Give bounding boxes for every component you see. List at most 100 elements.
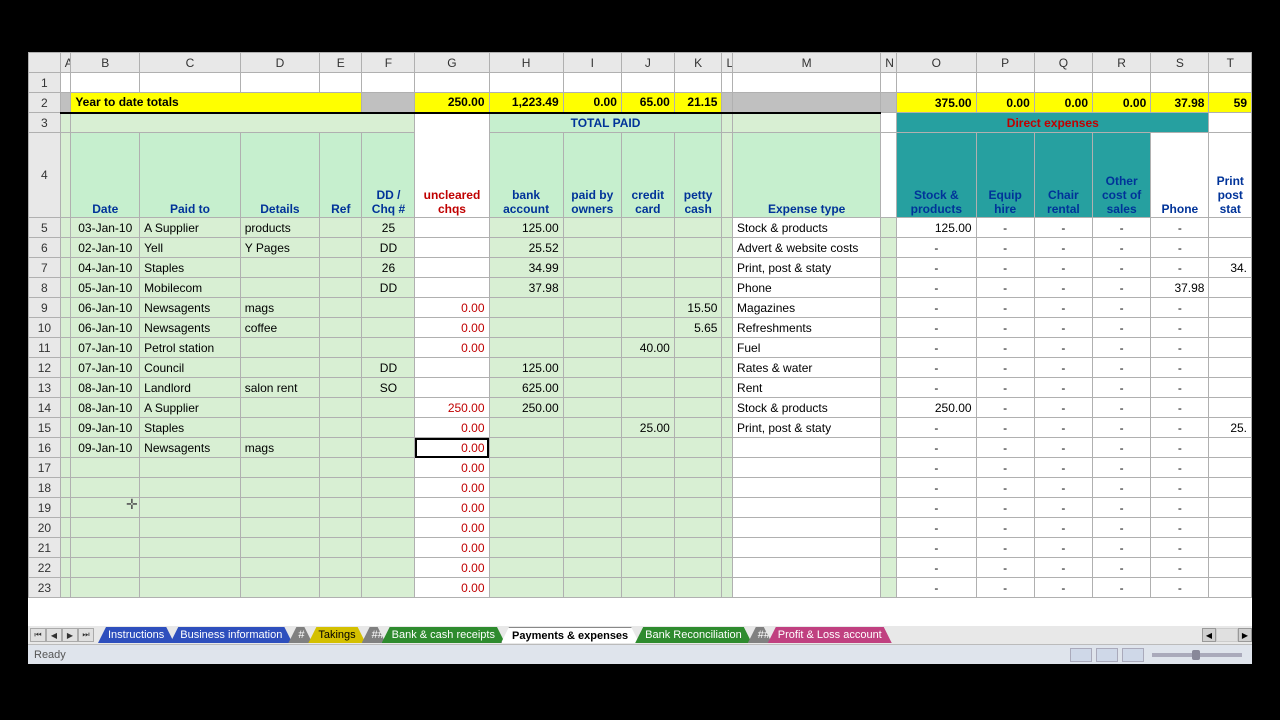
cell-a[interactable] bbox=[60, 218, 71, 238]
cell-ddchq[interactable] bbox=[362, 398, 415, 418]
cell-other[interactable]: - bbox=[1093, 518, 1151, 538]
cell-n[interactable] bbox=[881, 398, 897, 418]
cell-print[interactable] bbox=[1209, 278, 1252, 298]
col-header[interactable]: I bbox=[563, 53, 621, 73]
cell-owners[interactable] bbox=[563, 358, 621, 378]
cell-a[interactable] bbox=[60, 398, 71, 418]
cell-ref[interactable] bbox=[320, 258, 362, 278]
cell-details[interactable] bbox=[240, 578, 319, 598]
cell-equip[interactable]: - bbox=[976, 218, 1034, 238]
cell-chair[interactable]: - bbox=[1034, 458, 1092, 478]
cell-uncleared[interactable]: 0.00 bbox=[415, 298, 489, 318]
cell-ddchq[interactable]: DD bbox=[362, 238, 415, 258]
col-header[interactable]: T bbox=[1209, 53, 1252, 73]
cell-n[interactable] bbox=[881, 358, 897, 378]
cell-paidto[interactable] bbox=[140, 578, 241, 598]
cell-equip[interactable]: - bbox=[976, 578, 1034, 598]
cell-petty[interactable] bbox=[674, 418, 722, 438]
cell-date[interactable]: 07-Jan-10 bbox=[71, 338, 140, 358]
cell-petty[interactable] bbox=[674, 358, 722, 378]
cell-credit[interactable]: 25.00 bbox=[621, 418, 674, 438]
cell-owners[interactable] bbox=[563, 458, 621, 478]
row-header[interactable]: 2 bbox=[29, 93, 61, 113]
row-header[interactable]: 20 bbox=[29, 518, 61, 538]
cell-paidto[interactable]: Petrol station bbox=[140, 338, 241, 358]
cell-date[interactable]: 05-Jan-10 bbox=[71, 278, 140, 298]
cell-owners[interactable] bbox=[563, 238, 621, 258]
cell-paidto[interactable]: Newsagents bbox=[140, 318, 241, 338]
cell-expensetype[interactable]: Magazines bbox=[733, 298, 881, 318]
row-header[interactable]: 8 bbox=[29, 278, 61, 298]
cell-other[interactable]: - bbox=[1093, 338, 1151, 358]
col-header[interactable]: P bbox=[976, 53, 1034, 73]
cell-print[interactable] bbox=[1209, 318, 1252, 338]
cell-uncleared[interactable]: 250.00 bbox=[415, 398, 489, 418]
cell-other[interactable]: - bbox=[1093, 478, 1151, 498]
cell-a[interactable] bbox=[60, 458, 71, 478]
cell-bank[interactable]: 34.99 bbox=[489, 258, 563, 278]
cell-l[interactable] bbox=[722, 378, 733, 398]
cell-chair[interactable]: - bbox=[1034, 518, 1092, 538]
cell-print[interactable] bbox=[1209, 238, 1252, 258]
scroll-track[interactable] bbox=[1216, 628, 1238, 642]
tab-payments-expenses[interactable]: Payments & expenses bbox=[501, 627, 639, 643]
cell-chair[interactable]: - bbox=[1034, 338, 1092, 358]
col-header[interactable]: M bbox=[733, 53, 881, 73]
row-header[interactable]: 9 bbox=[29, 298, 61, 318]
cell-phone[interactable]: - bbox=[1151, 458, 1209, 478]
cell-credit[interactable] bbox=[621, 458, 674, 478]
tab-hash2[interactable]: ## bbox=[362, 627, 386, 643]
data-row[interactable]: 1609-Jan-10Newsagentsmags0.00----- bbox=[29, 438, 1252, 458]
empty-row[interactable]: 230.00----- bbox=[29, 578, 1252, 598]
cell-credit[interactable] bbox=[621, 298, 674, 318]
cell-date[interactable]: 08-Jan-10 bbox=[71, 378, 140, 398]
cell-paidto[interactable]: Council bbox=[140, 358, 241, 378]
cell-a[interactable] bbox=[60, 238, 71, 258]
cell-date[interactable]: 09-Jan-10 bbox=[71, 418, 140, 438]
cell-owners[interactable] bbox=[563, 378, 621, 398]
cell-ref[interactable] bbox=[320, 538, 362, 558]
cell-bank[interactable] bbox=[489, 538, 563, 558]
cell-credit[interactable] bbox=[621, 478, 674, 498]
cell-chair[interactable]: - bbox=[1034, 358, 1092, 378]
cell-ref[interactable] bbox=[320, 278, 362, 298]
cell-petty[interactable] bbox=[674, 498, 722, 518]
cell-phone[interactable]: - bbox=[1151, 558, 1209, 578]
cell-a[interactable] bbox=[60, 478, 71, 498]
cell-bank[interactable]: 125.00 bbox=[489, 218, 563, 238]
row-header[interactable]: 14 bbox=[29, 398, 61, 418]
cell-ddchq[interactable] bbox=[362, 318, 415, 338]
cell-other[interactable]: - bbox=[1093, 358, 1151, 378]
cell-paidto[interactable]: Newsagents bbox=[140, 298, 241, 318]
cell-a[interactable] bbox=[60, 418, 71, 438]
tab-business-info[interactable]: Business information bbox=[170, 627, 292, 643]
cell-stock[interactable]: - bbox=[897, 518, 976, 538]
cell-petty[interactable]: 15.50 bbox=[674, 298, 722, 318]
cell-credit[interactable] bbox=[621, 218, 674, 238]
cell-l[interactable] bbox=[722, 458, 733, 478]
cell-date[interactable]: 06-Jan-10 bbox=[71, 318, 140, 338]
cell-details[interactable]: salon rent bbox=[240, 378, 319, 398]
tab-nav-next-icon[interactable]: ▶ bbox=[62, 628, 78, 642]
cell-expensetype[interactable] bbox=[733, 478, 881, 498]
row-header[interactable]: 21 bbox=[29, 538, 61, 558]
cell-credit[interactable] bbox=[621, 438, 674, 458]
cell-other[interactable]: - bbox=[1093, 258, 1151, 278]
cell-petty[interactable] bbox=[674, 558, 722, 578]
tab-takings[interactable]: Takings bbox=[308, 627, 365, 643]
data-row[interactable]: 1408-Jan-10A Supplier250.00250.00Stock &… bbox=[29, 398, 1252, 418]
cell-details[interactable] bbox=[240, 258, 319, 278]
empty-row[interactable]: 220.00----- bbox=[29, 558, 1252, 578]
zoom-slider[interactable] bbox=[1152, 653, 1242, 657]
cell-other[interactable]: - bbox=[1093, 498, 1151, 518]
cell-ddchq[interactable]: DD bbox=[362, 358, 415, 378]
cell-stock[interactable]: - bbox=[897, 278, 976, 298]
cell-l[interactable] bbox=[722, 578, 733, 598]
cell-a[interactable] bbox=[60, 338, 71, 358]
cell-a[interactable] bbox=[60, 578, 71, 598]
empty-row[interactable]: 170.00----- bbox=[29, 458, 1252, 478]
cell-phone[interactable]: - bbox=[1151, 478, 1209, 498]
cell-credit[interactable] bbox=[621, 558, 674, 578]
corner-cell[interactable] bbox=[29, 53, 61, 73]
cell-l[interactable] bbox=[722, 518, 733, 538]
